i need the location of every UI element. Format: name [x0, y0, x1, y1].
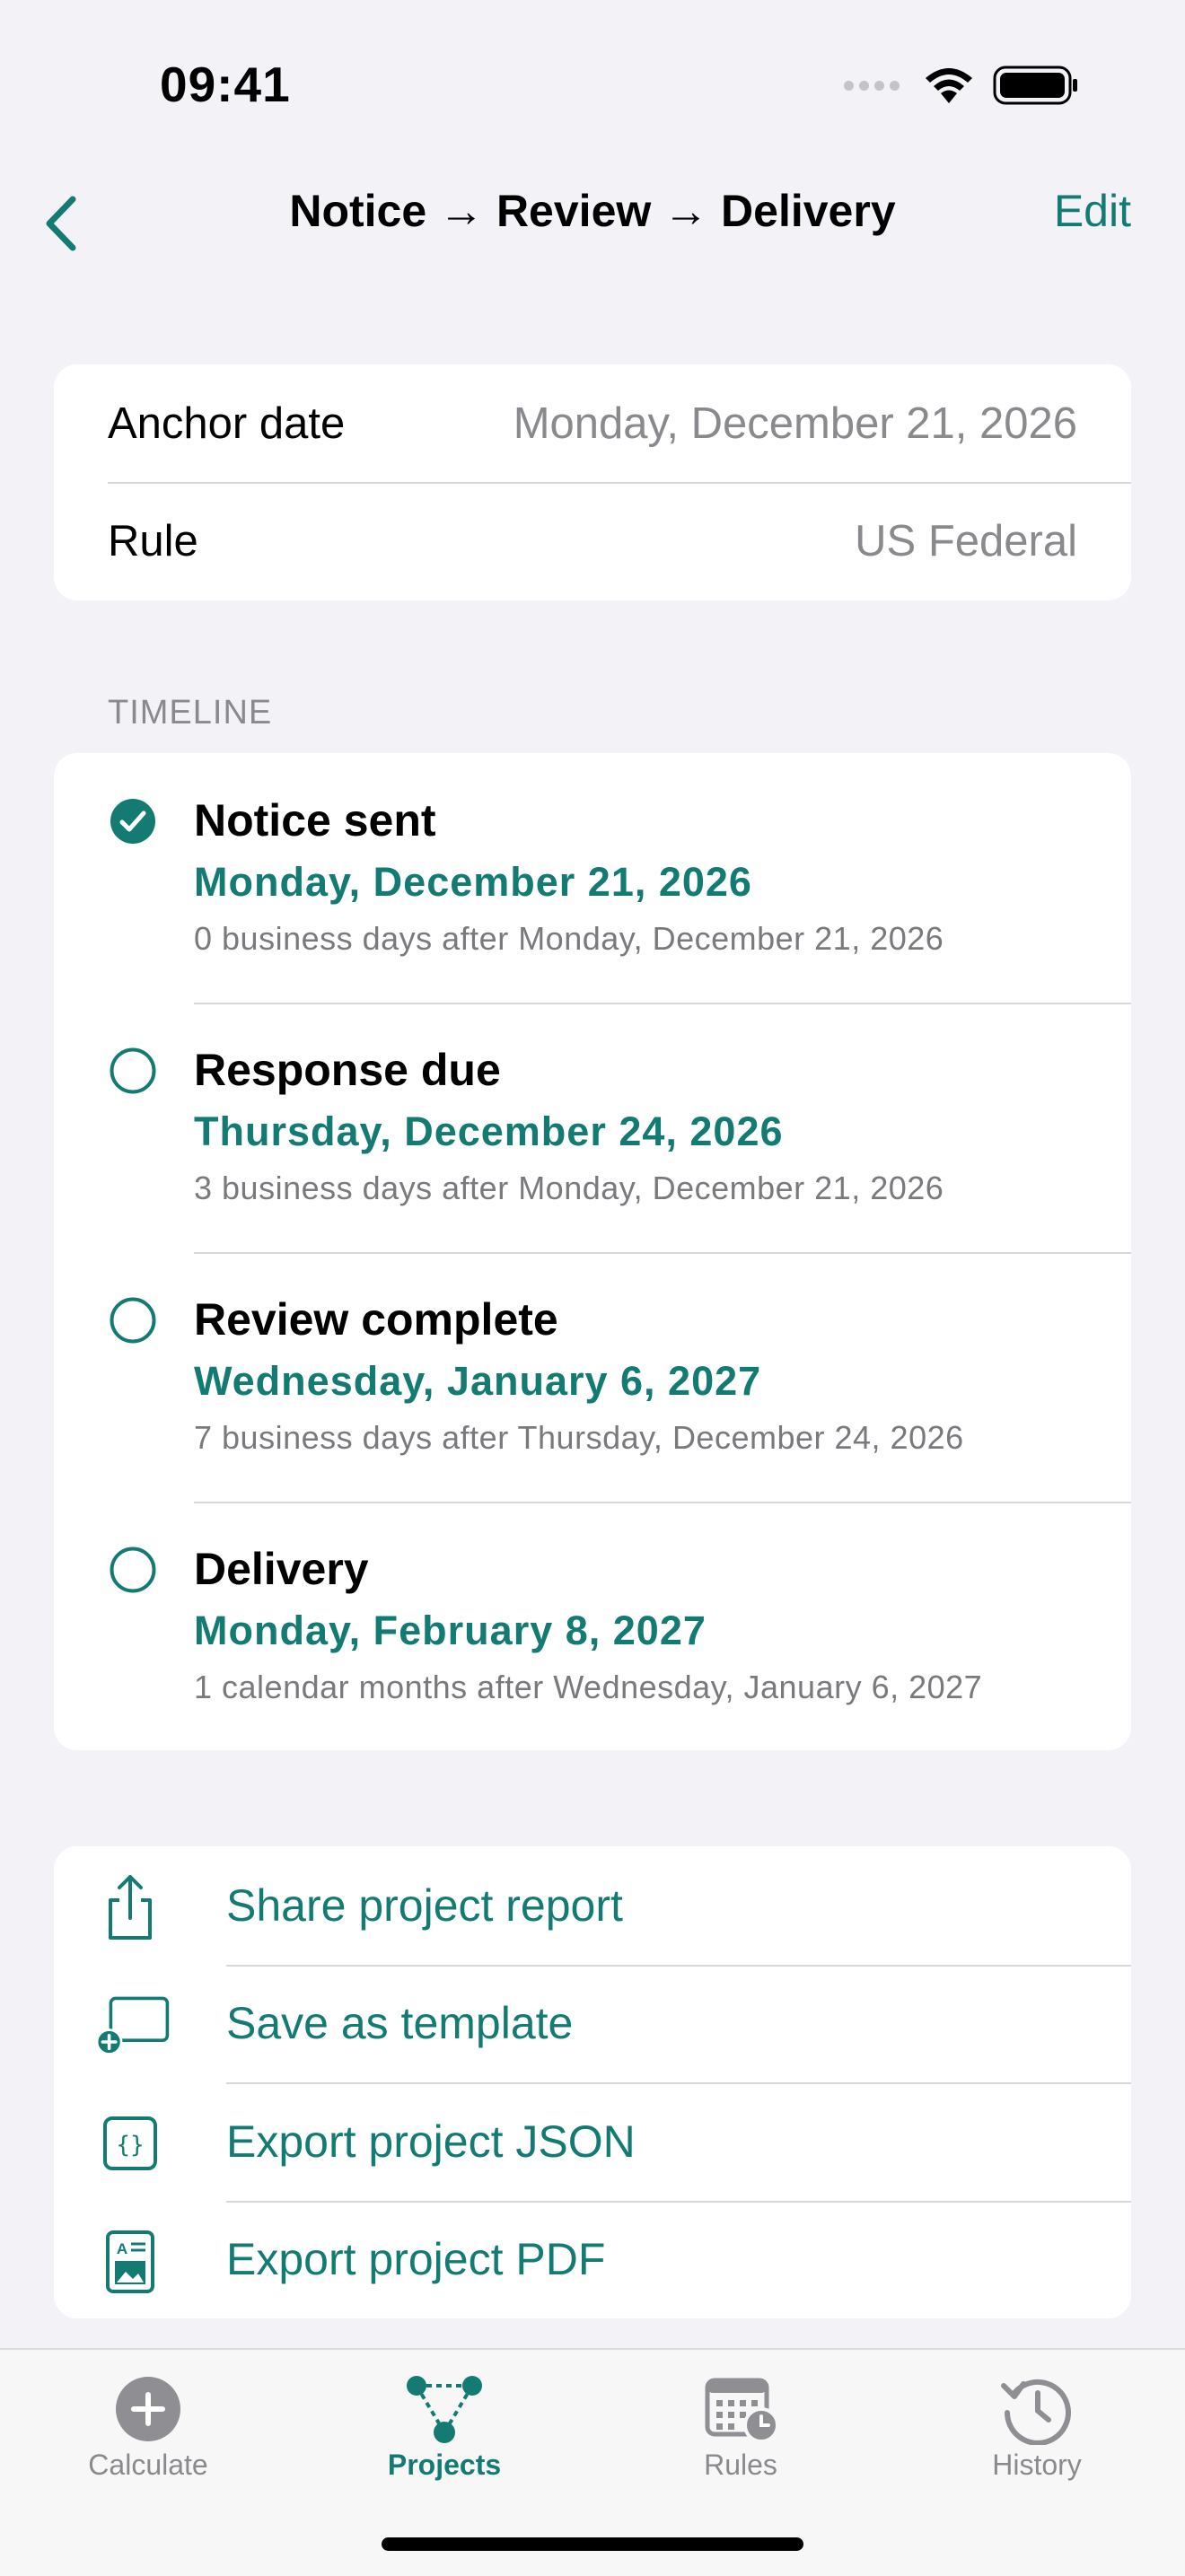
tab-label: Rules: [704, 2449, 777, 2481]
timeline-item-description: 7 business days after Thursday, December…: [194, 1419, 964, 1456]
tab-label: History: [992, 2449, 1082, 2481]
anchor-date-value: Monday, December 21, 2026: [513, 399, 1077, 448]
anchor-date-label: Anchor date: [108, 399, 346, 448]
export-project-pdf-label: Export project PDF: [226, 2234, 606, 2285]
status-time: 09:41: [160, 57, 291, 112]
export-project-pdf-button[interactable]: A Export project PDF: [54, 2200, 1131, 2319]
timeline-item-name: Delivery: [194, 1544, 369, 1594]
share-project-report-label: Share project report: [226, 1879, 623, 1931]
rule-value: US Federal: [855, 516, 1077, 565]
checkmark-circle-icon[interactable]: [110, 798, 156, 845]
timeline-item[interactable]: Notice sent Monday, December 21, 2026 0 …: [54, 753, 1131, 1003]
tab-rules[interactable]: Rules: [592, 2350, 889, 2511]
export-project-json-button[interactable]: {} Export project JSON: [54, 2082, 1131, 2201]
export-project-json-label: Export project JSON: [226, 2116, 636, 2167]
projects-icon: [407, 2376, 482, 2443]
page-title: Notice → Review → Delivery: [289, 186, 896, 236]
tab-label: Calculate: [88, 2449, 208, 2481]
timeline-item-name: Response due: [194, 1045, 501, 1095]
empty-circle-icon[interactable]: [110, 1047, 156, 1094]
calendar-clock-icon: [705, 2378, 779, 2443]
timeline-item[interactable]: Response due Thursday, December 24, 2026…: [54, 1003, 1131, 1252]
save-as-template-button[interactable]: Save as template: [54, 1964, 1131, 2083]
tab-projects[interactable]: Projects: [296, 2350, 592, 2511]
status-icons: [844, 65, 1079, 106]
signal-icon: [844, 80, 900, 91]
edit-button[interactable]: Edit: [1054, 185, 1131, 237]
rule-label: Rule: [108, 516, 198, 565]
timeline-item-description: 1 calendar months after Wednesday, Janua…: [194, 1669, 983, 1705]
pdf-icon: A: [106, 2230, 154, 2293]
battery-icon: [993, 66, 1077, 105]
timeline-item[interactable]: Review complete Wednesday, January 6, 20…: [54, 1252, 1131, 1502]
timeline-card: Notice sent Monday, December 21, 2026 0 …: [54, 753, 1131, 1750]
timeline-item-date: Thursday, December 24, 2026: [194, 1108, 784, 1154]
empty-circle-icon[interactable]: [110, 1297, 156, 1344]
plus-circle-icon: [116, 2377, 180, 2441]
home-indicator[interactable]: [382, 2537, 803, 2551]
save-as-template-label: Save as template: [226, 1998, 574, 2049]
tab-label: Projects: [387, 2449, 502, 2481]
tab-calculate[interactable]: Calculate: [0, 2350, 296, 2511]
status-bar: 09:41: [0, 0, 1185, 171]
timeline-item-name: Notice sent: [194, 795, 436, 846]
timeline-item-description: 0 business days after Monday, December 2…: [194, 920, 944, 957]
timeline-item[interactable]: Delivery Monday, February 8, 2027 1 cale…: [54, 1502, 1131, 1750]
rule-row[interactable]: Rule US Federal: [54, 482, 1131, 600]
share-project-report-button[interactable]: Share project report: [54, 1846, 1131, 1965]
project-info-card: Anchor date Monday, December 21, 2026 Ru…: [54, 364, 1131, 600]
timeline-item-date: Wednesday, January 6, 2027: [194, 1358, 762, 1404]
navigation-bar: Notice → Review → Delivery Edit: [0, 171, 1185, 269]
template-add-icon: [95, 1996, 170, 2055]
tab-history[interactable]: History: [889, 2350, 1185, 2511]
timeline-item-date: Monday, February 8, 2027: [194, 1608, 707, 1653]
empty-circle-icon[interactable]: [110, 1546, 156, 1593]
timeline-item-date: Monday, December 21, 2026: [194, 859, 752, 905]
timeline-item-name: Review complete: [194, 1294, 558, 1345]
timeline-item-description: 3 business days after Monday, December 2…: [194, 1170, 944, 1206]
anchor-date-row[interactable]: Anchor date Monday, December 21, 2026: [54, 364, 1131, 482]
timeline-section-header: TIMELINE: [108, 694, 273, 732]
svg-text:{}: {}: [116, 2132, 144, 2159]
json-icon: {}: [103, 2116, 157, 2170]
wifi-icon: [926, 68, 972, 103]
svg-text:A: A: [117, 2240, 127, 2257]
actions-card: Share project report Save as template {}…: [54, 1846, 1131, 2318]
share-icon: [109, 1875, 152, 1940]
history-icon: [1001, 2379, 1071, 2445]
